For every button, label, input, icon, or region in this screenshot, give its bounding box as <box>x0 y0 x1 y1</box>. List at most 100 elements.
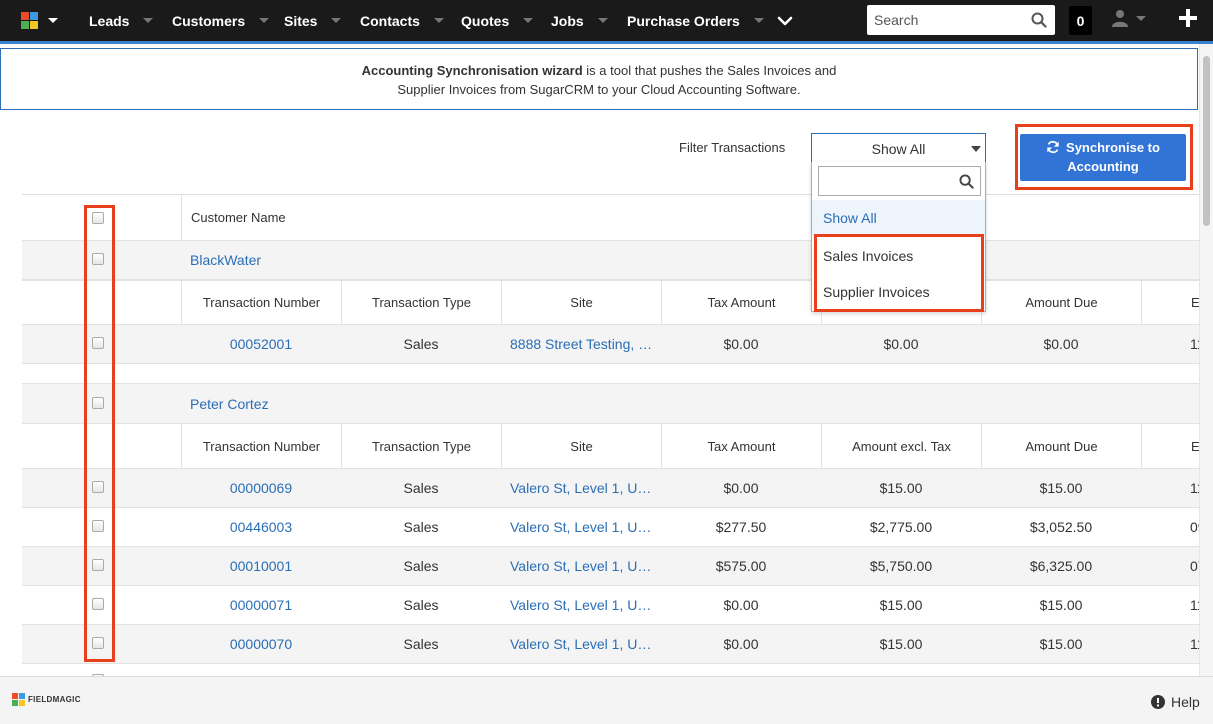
caret-down-icon <box>597 18 608 23</box>
global-search <box>867 5 1055 35</box>
notification-count-badge[interactable]: 0 <box>1069 6 1092 35</box>
nav-label: Customers <box>172 12 246 29</box>
table-row: 00446003 Sales Valero St, Level 1, Unit … <box>22 508 1199 547</box>
tax-amount: $0.00 <box>723 597 759 613</box>
caret-down-icon <box>1136 15 1146 21</box>
wizard-info-banner: Accounting Synchronisation wizard is a t… <box>0 48 1198 110</box>
customer-group-row: BlackWater <box>22 241 1199 280</box>
site-text: 8888 Street Testing, Level 1 <box>510 336 654 352</box>
transaction-number-link[interactable]: 00000071 <box>181 586 341 624</box>
highlight-checkbox-column <box>84 205 115 662</box>
filter-option-show-all[interactable]: Show All <box>812 200 985 236</box>
site-link[interactable]: 8888 Street Testing, Level 1 <box>510 325 654 363</box>
transaction-type: Sales <box>403 519 439 535</box>
tax-amount: $0.00 <box>723 480 759 496</box>
amount-excl-tax: $5,750.00 <box>869 558 933 574</box>
help-link[interactable]: Help <box>1151 694 1200 710</box>
transaction-number-link[interactable]: 00446003 <box>181 508 341 546</box>
extra-column-value: 11 <box>1190 336 1199 352</box>
site-link[interactable]: Valero St, Level 1, Unit 2 <box>510 469 654 507</box>
footer: FIELDMAGIC Help <box>0 676 1213 724</box>
plus-icon[interactable] <box>1178 8 1198 28</box>
customer-name-link[interactable]: BlackWater <box>190 241 490 279</box>
site-link[interactable]: Valero St, Level 1, Unit 2 <box>510 625 654 663</box>
column-header: Site <box>501 424 661 468</box>
caret-down-icon <box>143 18 154 23</box>
nav-label: Leads <box>89 12 130 29</box>
nav-jobs[interactable]: Jobs <box>551 0 608 41</box>
nav-contacts[interactable]: Contacts <box>360 0 444 41</box>
amount-due: $3,052.50 <box>1029 519 1093 535</box>
amount-excl-tax: $15.00 <box>879 636 923 652</box>
amount-due: $15.00 <box>1039 636 1083 652</box>
filter-select[interactable]: Show All <box>811 133 986 163</box>
amount-due: $15.00 <box>1039 480 1083 496</box>
nav-quotes[interactable]: Quotes <box>461 0 534 41</box>
site-text: Valero St, Level 1, Unit 2 <box>510 519 654 535</box>
extra-column-value: 11 <box>1190 636 1199 652</box>
transaction-number-link[interactable]: 00000070 <box>181 625 341 663</box>
banner-text: Supplier Invoices from SugarCRM to your … <box>397 82 801 97</box>
tax-amount: $0.00 <box>723 336 759 352</box>
banner-text: is a tool that pushes the Sales Invoices… <box>582 63 837 78</box>
app-logo-icon <box>20 12 38 29</box>
filter-selected-value: Show All <box>871 140 926 157</box>
tax-amount: $0.00 <box>723 636 759 652</box>
user-menu-button[interactable] <box>1112 9 1146 27</box>
column-header: Amount excl. Tax <box>821 424 981 468</box>
transaction-type: Sales <box>403 636 439 652</box>
nav-customers[interactable]: Customers <box>172 0 270 41</box>
column-header: Tax Amount <box>661 281 821 324</box>
table-row: 00000070 Sales Valero St, Level 1, Unit … <box>22 625 1199 664</box>
site-link[interactable]: Valero St, Level 1, Unit 2 <box>510 508 654 546</box>
scrollbar-thumb[interactable] <box>1203 56 1210 226</box>
transaction-type: Sales <box>403 336 439 352</box>
column-header: E <box>1141 281 1199 324</box>
more-chevron-icon[interactable] <box>776 12 794 30</box>
app-menu-button[interactable] <box>0 0 78 41</box>
transaction-header-row: Transaction Number Transaction Type Site… <box>22 424 1199 469</box>
nav-purchase-orders[interactable]: Purchase Orders <box>627 0 764 41</box>
vertical-scrollbar[interactable] <box>1199 44 1213 676</box>
caret-down-icon <box>753 18 764 23</box>
amount-due: $6,325.00 <box>1029 558 1093 574</box>
top-navbar: Leads Customers Sites Contacts Quotes Jo… <box>0 0 1213 44</box>
nav-sites[interactable]: Sites <box>284 0 342 41</box>
search-input[interactable] <box>874 12 1024 28</box>
table-row: 00052001 Sales 8888 Street Testing, Leve… <box>22 325 1199 364</box>
nav-label: Jobs <box>551 12 584 29</box>
nav-label: Sites <box>284 12 318 29</box>
fieldmagic-logo-icon <box>12 693 25 706</box>
filter-label: Filter Transactions <box>679 140 786 155</box>
amount-excl-tax: $15.00 <box>879 597 923 613</box>
caret-down-icon <box>971 146 981 152</box>
transaction-type: Sales <box>403 558 439 574</box>
help-label: Help <box>1171 694 1200 710</box>
nav-label: Purchase Orders <box>627 12 740 29</box>
search-icon[interactable] <box>1031 12 1047 28</box>
extra-column-value: 11 <box>1190 597 1199 613</box>
site-link[interactable]: Valero St, Level 1, Unit 2 <box>510 586 654 624</box>
highlight-filter-options <box>814 234 984 312</box>
transaction-number-link[interactable]: 00000069 <box>181 469 341 507</box>
caret-down-icon <box>331 18 342 23</box>
transaction-number-link[interactable]: 00052001 <box>181 325 341 363</box>
customer-name-link[interactable]: Peter Cortez <box>190 384 490 423</box>
group-spacer <box>22 364 1199 384</box>
transaction-type: Sales <box>403 480 439 496</box>
amount-excl-tax: $0.00 <box>883 336 919 352</box>
dropdown-search-input[interactable] <box>818 166 981 196</box>
site-link[interactable]: Valero St, Level 1, Unit 2 <box>510 547 654 585</box>
column-header: Transaction Number <box>181 424 341 468</box>
search-icon <box>959 174 974 189</box>
transaction-header-row: Transaction Number Transaction Type Site… <box>22 280 1199 325</box>
table-row <box>22 664 1199 676</box>
site-text: Valero St, Level 1, Unit 2 <box>510 636 654 652</box>
nav-leads[interactable]: Leads <box>89 0 154 41</box>
transaction-number-link[interactable]: 00010001 <box>181 547 341 585</box>
extra-column-value: 11 <box>1190 480 1199 496</box>
footer-logo: FIELDMAGIC <box>12 693 81 706</box>
highlight-sync-button <box>1015 124 1193 190</box>
banner-title: Accounting Synchronisation wizard <box>361 63 583 78</box>
site-text: Valero St, Level 1, Unit 2 <box>510 558 654 574</box>
